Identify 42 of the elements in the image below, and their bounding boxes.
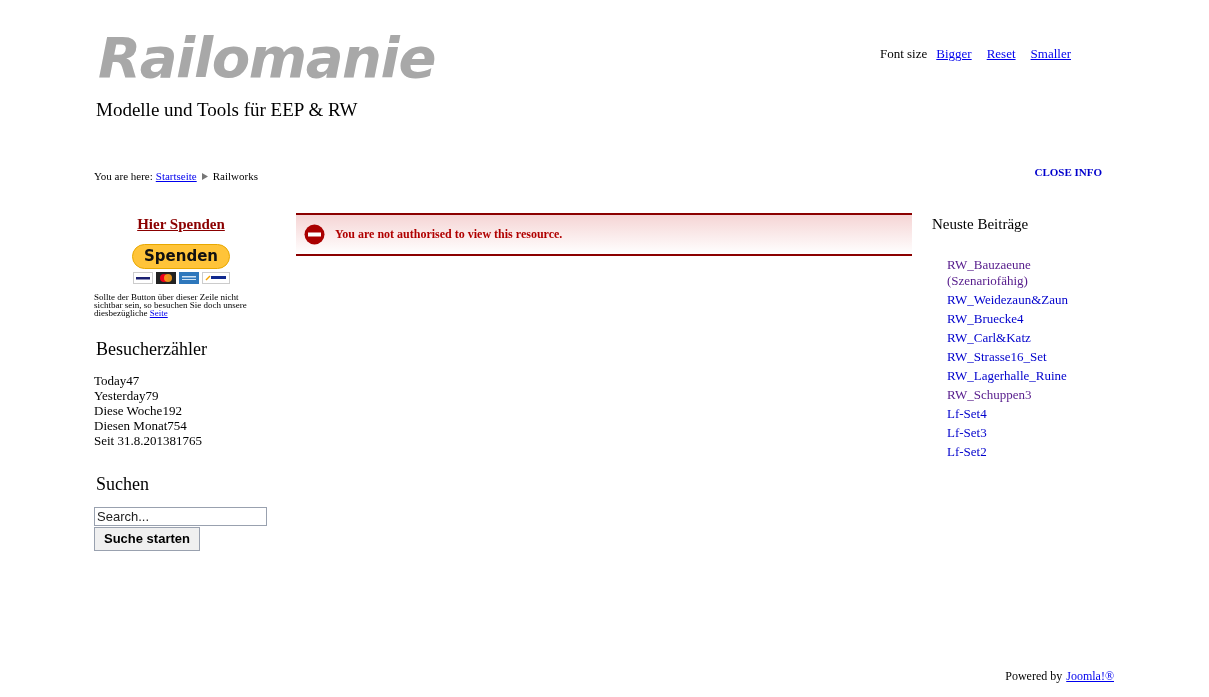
- search-field[interactable]: Search...: [94, 507, 267, 526]
- article-link[interactable]: RW_Bruecke4: [947, 311, 1114, 327]
- donate-note: Sollte der Button über dieser Zeile nicht sichtbar sein, so besuchen Sie doch unsere diesbezügliche Seite: [94, 293, 248, 317]
- counter-line: Today47: [94, 373, 141, 388]
- counter-line: Seit 31.8.201381765: [94, 433, 203, 448]
- article-link[interactable]: RW_Weidezaun&Zaun: [947, 292, 1114, 308]
- joomla-link[interactable]: Joomla!®: [1066, 667, 1114, 685]
- font-size-link[interactable]: Reset: [986, 44, 1016, 64]
- counter-line: Yesterday79: [94, 388, 160, 403]
- breadcrumb-link[interactable]: Startseite: [155, 168, 197, 185]
- counter-line: Diesen Monat754: [94, 418, 188, 433]
- card-icon: [132, 272, 153, 284]
- article-link[interactable]: RW_Strasse16_Set: [947, 349, 1114, 365]
- mastercard-icon: [155, 272, 176, 284]
- section-heading: Suchen: [96, 473, 150, 496]
- donate-button[interactable]: Spenden: [132, 244, 230, 269]
- article-link[interactable]: RW_Carl&Katz: [947, 330, 1114, 346]
- section-heading: Besucherzähler: [96, 338, 208, 361]
- section-heading: Neuste Beiträge: [932, 214, 1030, 234]
- font-size-link[interactable]: Bigger: [936, 44, 972, 64]
- page-link[interactable]: Seite: [149, 308, 168, 318]
- article-link[interactable]: RW_Schuppen3: [947, 387, 1114, 403]
- article-link[interactable]: RW_Lagerhalle_Ruine: [947, 368, 1114, 384]
- article-link[interactable]: Lf-Set2: [947, 444, 1114, 460]
- amex-card-icon: [178, 272, 199, 284]
- article-link[interactable]: Lf-Set4: [947, 406, 1114, 422]
- breadcrumb-label: You are here:: [94, 169, 153, 184]
- breadcrumb-current: Railworks: [212, 169, 258, 184]
- donate-link[interactable]: Hier Spenden: [137, 212, 225, 235]
- caret-icon: [201, 172, 208, 180]
- error-text: You are not authorised to view this resource.: [335, 226, 563, 243]
- footer-label: Powered by: [1005, 668, 1063, 685]
- font-size-link[interactable]: Smaller: [1030, 44, 1071, 64]
- font-size-label: Font size: [879, 45, 928, 63]
- no-entry-icon: [304, 223, 325, 245]
- card-icon: [201, 272, 230, 284]
- article-link[interactable]: RW_Bauzaeune (Szenariofähig): [947, 257, 1114, 289]
- close-info-link[interactable]: CLOSE INFO: [1034, 164, 1102, 181]
- counter-line: Diese Woche192: [94, 403, 183, 418]
- article-link[interactable]: Lf-Set3: [947, 425, 1114, 441]
- site-tagline: Modelle und Tools für EEP & RW: [96, 98, 359, 122]
- search-button[interactable]: Suche starten: [94, 527, 200, 551]
